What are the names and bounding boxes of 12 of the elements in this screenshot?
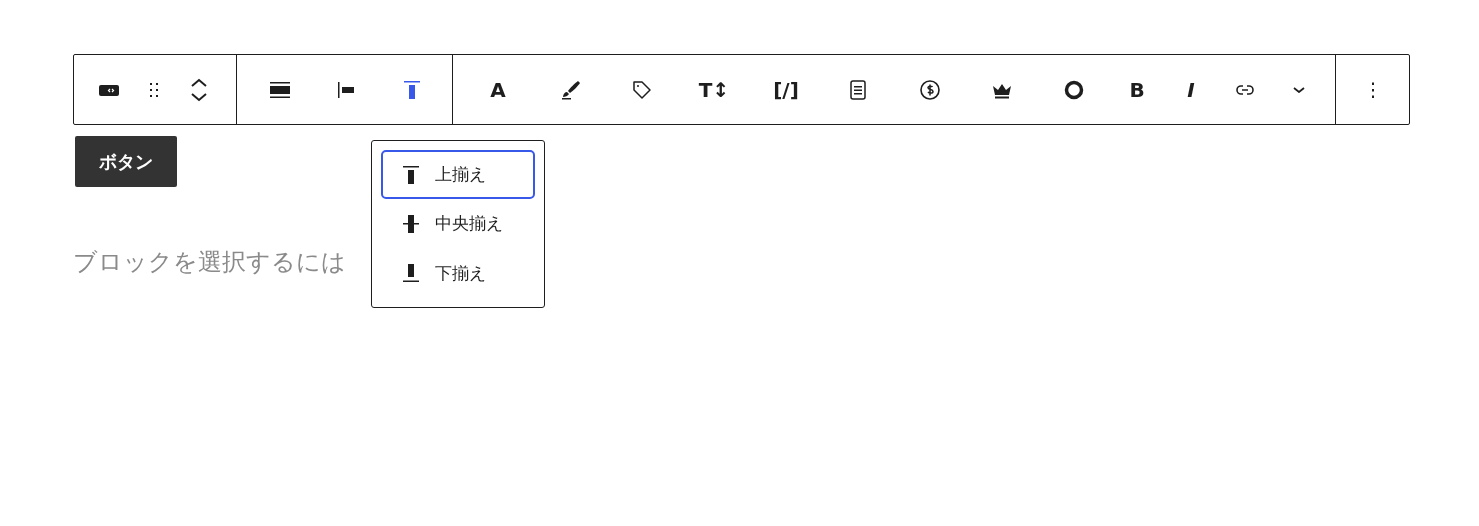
menu-item[interactable]: 上揃え bbox=[381, 150, 535, 200]
format-button[interactable]: [/] bbox=[750, 65, 822, 114]
dollar-icon bbox=[918, 77, 942, 102]
format-button[interactable]: B bbox=[1110, 65, 1164, 114]
paragraph-field[interactable]: ブロックを選択するには bbox=[73, 247, 346, 277]
drag-handle-icon bbox=[148, 81, 159, 98]
format-button[interactable]: I bbox=[1164, 65, 1218, 114]
more-options-icon bbox=[1370, 81, 1375, 98]
format-button[interactable]: T↕ bbox=[678, 65, 750, 114]
button-block[interactable]: ボタン bbox=[75, 136, 177, 187]
format-button[interactable]: A bbox=[462, 65, 534, 114]
chevron-down-icon bbox=[1293, 86, 1305, 93]
